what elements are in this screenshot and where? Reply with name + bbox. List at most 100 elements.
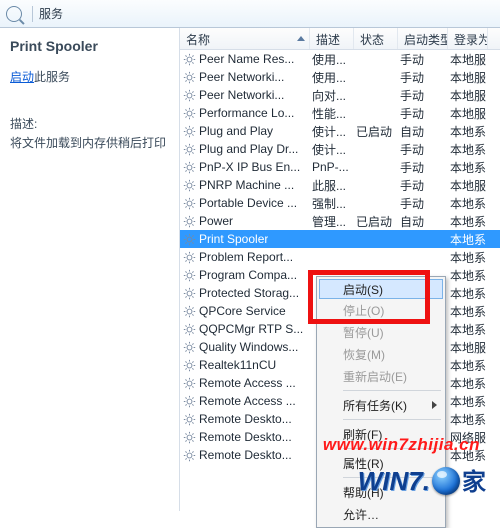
gear-icon [182,52,196,66]
menu-separator [343,419,441,420]
service-startup: 手动 [400,195,450,212]
service-name: Power [199,214,233,228]
service-name: Peer Name Res... [199,52,294,66]
toolbar: 服务 [0,0,500,28]
service-logon: 本地服 [450,339,490,356]
service-startup: 自动 [400,123,450,140]
column-headers: 名称 描述 状态 启动类型 登录为 [180,28,500,50]
service-logon: 本地系 [450,393,490,410]
service-logon: 本地系 [450,141,490,158]
service-desc: 使计... [312,123,356,140]
gear-icon [182,412,196,426]
service-logon: 本地系 [450,249,490,266]
menu-all-tasks[interactable]: 所有任务(K) [319,394,443,416]
service-logon: 本地系 [450,159,490,176]
gear-icon [182,214,196,228]
service-startup: 手动 [400,159,450,176]
description-label: 描述: [10,115,169,132]
service-name: Program Compa... [199,268,297,282]
service-row[interactable]: PnP-X IP Bus En...PnP-...手动本地系 [180,158,500,176]
service-status: 已启动 [356,123,400,140]
service-desc: 此服... [312,177,356,194]
service-logon: 本地系 [450,285,490,302]
gear-icon [182,70,196,84]
service-name: Remote Access ... [199,376,296,390]
watermark-logo: WIN7.家 [358,462,486,497]
watermark-url: www.win7zhijia.cn [323,435,480,455]
gear-icon [182,232,196,246]
gear-icon [182,286,196,300]
gear-icon [182,160,196,174]
service-logon: 本地系 [450,357,490,374]
service-name: QQPCMgr RTP S... [199,322,303,336]
service-desc: 使用... [312,51,356,68]
gear-icon [182,340,196,354]
watermark-orb-icon [432,467,460,495]
service-name: PnP-X IP Bus En... [199,160,300,174]
service-row[interactable]: Peer Networki...向对...手动本地服 [180,86,500,104]
service-row[interactable]: Peer Networki...使用...手动本地服 [180,68,500,86]
gear-icon [182,178,196,192]
gear-icon [182,430,196,444]
gear-icon [182,124,196,138]
service-startup: 手动 [400,105,450,122]
gear-icon [182,358,196,372]
service-name: Protected Storag... [199,286,299,300]
service-row[interactable]: Power管理...已启动自动本地系 [180,212,500,230]
service-row[interactable]: Plug and Play Dr...使计...手动本地系 [180,140,500,158]
service-row[interactable]: Problem Report...本地系 [180,248,500,266]
service-row[interactable]: Plug and Play 使计...已启动自动本地系 [180,122,500,140]
col-desc[interactable]: 描述 [310,28,354,49]
menu-resume: 恢复(M) [319,343,443,365]
service-title: Print Spooler [10,38,169,54]
menu-start[interactable]: 启动(S) [319,279,443,299]
gear-icon [182,196,196,210]
search-icon[interactable] [6,6,22,22]
col-status[interactable]: 状态 [354,28,398,49]
service-startup: 自动 [400,213,450,230]
service-logon: 本地系 [450,411,490,428]
service-name: Peer Networki... [199,70,284,84]
service-desc: 使计... [312,141,356,158]
col-name[interactable]: 名称 [180,28,310,49]
service-logon: 本地系 [450,231,490,248]
service-row[interactable]: Performance Lo...性能...手动本地服 [180,104,500,122]
watermark-logo-text1: WIN7. [358,466,430,497]
gear-icon [182,304,196,318]
start-service-link[interactable]: 启动 [10,70,34,84]
service-name: Portable Device ... [199,196,297,210]
service-logon: 本地服 [450,177,490,194]
toolbar-label: 服务 [39,5,63,22]
service-row[interactable]: PNRP Machine ...此服...手动本地服 [180,176,500,194]
col-startup[interactable]: 启动类型 [398,28,448,49]
service-name: Print Spooler [199,232,268,246]
service-logon: 本地系 [450,123,490,140]
service-name: Remote Deskto... [199,412,292,426]
service-name: Remote Deskto... [199,430,292,444]
gear-icon [182,142,196,156]
service-row[interactable]: Peer Name Res...使用...手动本地服 [180,50,500,68]
service-name: Quality Windows... [199,340,298,354]
service-status: 已启动 [356,213,400,230]
service-logon: 本地系 [450,267,490,284]
menu-restart: 重新启动(E) [319,365,443,387]
service-desc: 向对... [312,87,356,104]
service-name: Peer Networki... [199,88,284,102]
service-row[interactable]: Print Spooler 本地系 [180,230,500,248]
details-pane: Print Spooler 启动此服务 描述: 将文件加载到内存供稍后打印 [0,28,180,511]
col-logon[interactable]: 登录为 [448,28,488,49]
service-row[interactable]: Portable Device ...强制...手动本地系 [180,194,500,212]
gear-icon [182,250,196,264]
service-name: Plug and Play Dr... [199,142,298,156]
menu-separator [343,390,441,391]
menu-allow[interactable]: 允许… [319,503,443,525]
service-logon: 本地服 [450,87,490,104]
gear-icon [182,106,196,120]
service-name: Realtek11nCU [199,358,276,372]
service-name: Plug and Play [199,124,273,138]
service-logon: 本地系 [450,213,490,230]
description-text: 将文件加载到内存供稍后打印 [10,134,169,152]
service-name: Remote Deskto... [199,448,292,462]
service-desc: 性能... [312,105,356,122]
service-logon: 本地服 [450,51,490,68]
